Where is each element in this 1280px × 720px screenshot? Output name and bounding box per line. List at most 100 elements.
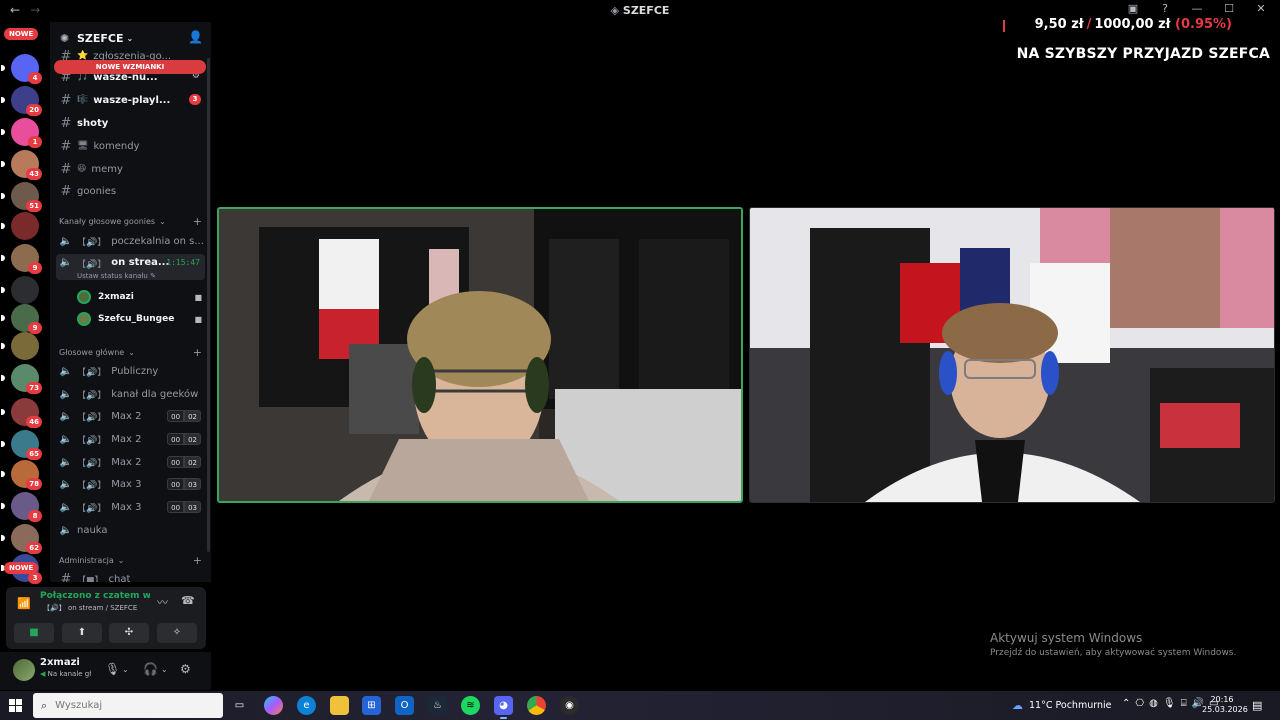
voice-channel[interactable]: 🔈 【🔊】 Max 2 00 02 [56,429,205,449]
copilot-icon[interactable] [264,696,283,715]
task-view-icon[interactable]: ▭ [230,696,249,715]
discord-icon[interactable]: ◕ [494,696,513,719]
new-pill-bottom[interactable]: NOWE [4,562,39,574]
voice-channel[interactable]: 🔈 【🔊】 Max 3 00 03 [56,497,205,517]
user-name[interactable]: 2xmazi [40,657,80,668]
bracket-icon: 【🔊】 [77,480,107,491]
settings-gear-icon[interactable]: ⚙ [180,662,191,676]
server-icon-6[interactable] [1,212,39,240]
chevron-up-icon[interactable]: ⌃ [1122,698,1130,709]
server-icon-9[interactable]: 9 [1,304,42,334]
channel-label: Max 2 [111,410,142,422]
server-icon-7[interactable]: 9 [1,244,42,274]
category-main[interactable]: Głosowe główne ⌄ + [59,346,204,359]
voice-channel[interactable]: 🔈 【🔊】 Max 2 00 02 [56,452,205,472]
notifications-icon[interactable]: ▤ [1252,699,1262,712]
close-icon[interactable]: ✕ [1252,2,1270,15]
soundboard-button[interactable]: ✧ [157,623,197,643]
outlook-icon[interactable]: O [395,696,414,715]
microphone-icon[interactable]: 🎙 [105,662,120,676]
activities-button[interactable]: ✣ [109,623,149,643]
taskbar-search[interactable]: ⌕ [33,693,223,718]
server-icon-15[interactable]: 8 [1,492,42,522]
headphones-icon[interactable]: 🎧 [143,662,158,676]
activation-watermark-title: Aktywuj system Windows [990,631,1143,645]
chrome-icon[interactable] [527,696,546,715]
server-icon-12[interactable]: 46 [1,398,42,428]
voice-channel[interactable]: 🔈 【🔊】 Max 3 00 03 [56,474,205,494]
add-channel-icon[interactable]: + [193,215,202,228]
video-tile-2xmazi[interactable] [217,207,743,503]
text-channel-chat[interactable]: # 【■】 chat [56,569,205,583]
noise-suppression-icon[interactable]: 〰 [157,594,168,610]
server-icon-8[interactable] [1,276,39,304]
text-channel[interactable]: # 🎼 wasze-playl... 3 [56,90,205,110]
weather-widget[interactable]: ☁ 11°C Pochmurnie [1012,699,1111,712]
store-icon[interactable]: ⊞ [362,696,381,715]
channel-emoji-icon: 🎼 [77,95,89,105]
new-pill-top[interactable]: NOWE [4,28,39,40]
camera-button[interactable]: ■ [14,623,54,643]
category-admin[interactable]: Administracja ⌄ + [59,554,204,567]
server-icon-3[interactable]: 1 [1,118,42,148]
clock[interactable]: 20:16 25.03.2026 [1202,695,1248,715]
help-icon[interactable]: ? [1156,2,1174,15]
signal-icon[interactable]: 📶 [17,597,31,610]
add-channel-icon[interactable]: + [193,346,202,359]
server-icon-10[interactable] [1,332,39,360]
file-explorer-icon[interactable] [330,696,349,715]
server-icon-1[interactable]: 4 [1,54,42,84]
voice-channel-waiting[interactable]: 🔈 【🔊】 poczekalnia on s... [56,231,205,251]
server-icon-4[interactable]: 43 [1,150,42,180]
inbox-icon[interactable]: ▣ [1124,2,1142,15]
server-icon-13[interactable]: 65 [1,430,42,460]
voice-status-title[interactable]: Połączono z czatem wid [40,591,150,601]
server-icon-5[interactable]: 51 [1,182,42,212]
obs-icon[interactable]: ◉ [560,696,579,715]
network-icon[interactable]: ⌸ [1181,698,1187,709]
mic-tray-icon[interactable]: 🎙 [1163,698,1176,709]
record-icon[interactable]: ◍ [1149,698,1158,709]
minimize-icon[interactable]: — [1188,2,1206,15]
search-input[interactable] [55,700,206,711]
search-icon: ⌕ [41,698,48,712]
chevron-down-icon[interactable]: ⌄ [161,665,168,674]
chevron-down-icon[interactable]: ⌄ [122,665,129,674]
device-icon[interactable]: ⎔ [1135,698,1144,709]
unread-badge: 20 [26,104,42,116]
server-icon-16[interactable]: 62 [1,524,42,554]
category-goonies[interactable]: Kanały głosowe goonies ⌄ + [59,215,204,228]
invite-icon[interactable]: 👤 [188,30,203,44]
voice-channel[interactable]: 🔈 【🔊】 kanał dla geeków [56,384,205,404]
voice-member[interactable]: Szefcu_Bungee ■ [77,310,204,328]
server-icon-2[interactable]: 20 [1,86,42,116]
steam-icon[interactable]: ♨ [428,696,447,715]
server-icon-14[interactable]: 78 [1,460,42,490]
text-channel[interactable]: # 🖥 komendy [56,136,205,156]
maximize-icon[interactable]: ☐ [1220,2,1238,15]
voice-channel[interactable]: 🔈 nauka [56,520,205,540]
new-mentions-pill[interactable]: NOWE WZMIANKI [54,60,206,74]
screen-share-button[interactable]: ⬆ [62,623,102,643]
voice-member[interactable]: 2xmazi ■ [77,288,204,306]
text-channel[interactable]: # shoty [56,113,205,133]
user-count: 00 [167,410,185,422]
spotify-icon[interactable]: ≋ [461,696,480,715]
server-header[interactable]: ✺ SZEFCE ⌄ 👤 [50,28,211,48]
set-channel-status[interactable]: Ustaw status kanału ✎ [77,272,156,280]
video-tile-szefcu-bungee[interactable] [749,207,1275,503]
edge-icon[interactable]: e [297,696,316,715]
unread-badge: 43 [26,168,42,180]
windows-start-icon[interactable] [9,699,22,712]
voice-channel[interactable]: 🔈 【🔊】 Publiczny [56,361,205,381]
add-channel-icon[interactable]: + [193,554,202,567]
user-limit: 00 02 [167,456,201,468]
donation-progress-marker [1003,20,1005,32]
disconnect-icon[interactable]: ☎ [181,594,195,607]
user-avatar[interactable] [13,659,35,681]
server-icon-11[interactable]: 73 [1,364,42,394]
text-channel[interactable]: # 😆 memy [56,159,205,179]
sidebar-scrollbar[interactable] [207,58,210,552]
text-channel[interactable]: # goonies [56,181,205,201]
voice-channel[interactable]: 🔈 【🔊】 Max 2 00 02 [56,406,205,426]
